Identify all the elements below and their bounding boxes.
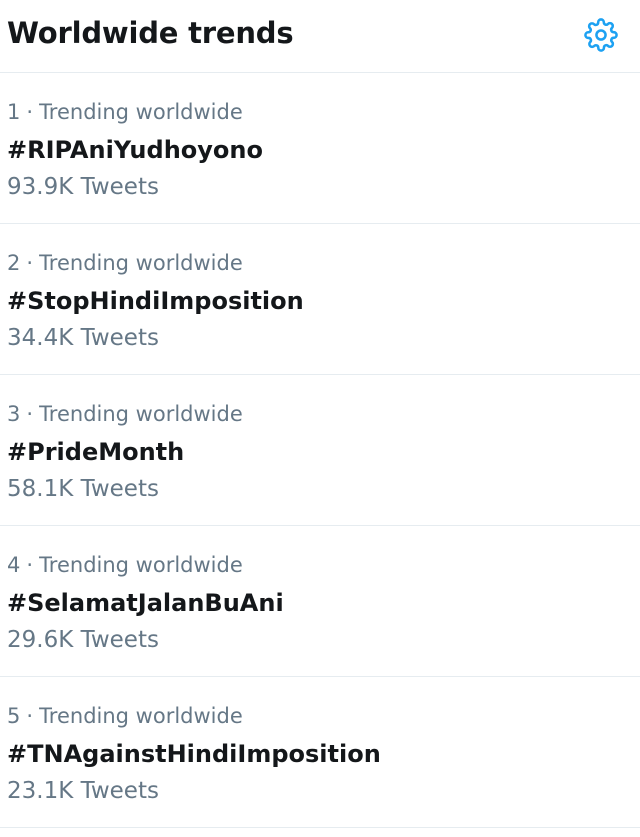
trend-hashtag[interactable]: #PrideMonth [7,438,184,466]
trend-rank: 4 [7,553,21,577]
trend-item[interactable]: 1 · Trending worldwide #RIPAniYudhoyono 93… [0,73,640,224]
trend-tweet-count: 23.1K Tweets [7,778,159,804]
trend-item[interactable]: 3 · Trending worldwide #PrideMonth 58.1K T… [0,375,640,526]
trend-hashtag[interactable]: #RIPAniYudhoyono [7,136,263,164]
trend-list: 1 · Trending worldwide #RIPAniYudhoyono 93… [0,73,640,828]
trend-context: 5 · Trending worldwide [7,704,243,728]
trend-tweet-count: 93.9K Tweets [7,174,159,200]
trend-item[interactable]: 5 · Trending worldwide #TNAgainstHindiImpo… [0,677,640,828]
settings-button[interactable] [582,16,620,54]
trend-context-label: Trending worldwide [39,251,243,275]
trend-rank: 5 [7,704,21,728]
trend-rank: 1 [7,100,21,124]
trend-rank: 2 [7,251,21,275]
trend-tweet-count: 34.4K Tweets [7,325,159,351]
trend-tweet-count: 58.1K Tweets [7,476,159,502]
trend-hashtag[interactable]: #SelamatJalanBuAni [7,589,284,617]
trends-header: Worldwide trends [0,0,640,73]
trend-hashtag[interactable]: #TNAgainstHindiImposition [7,740,381,768]
trend-context-label: Trending worldwide [39,704,243,728]
trend-item[interactable]: 2 · Trending worldwide #StopHindiImpositio… [0,224,640,375]
trend-context: 3 · Trending worldwide [7,402,243,426]
page-title: Worldwide trends [7,16,294,50]
trend-hashtag[interactable]: #StopHindiImposition [7,287,304,315]
trend-context-label: Trending worldwide [39,100,243,124]
trend-tweet-count: 29.6K Tweets [7,627,159,653]
trend-context: 4 · Trending worldwide [7,553,243,577]
trend-item[interactable]: 4 · Trending worldwide #SelamatJalanBuAni … [0,526,640,677]
trend-context: 2 · Trending worldwide [7,251,243,275]
gear-icon [584,18,618,52]
trend-context: 1 · Trending worldwide [7,100,243,124]
trend-rank: 3 [7,402,21,426]
trend-context-label: Trending worldwide [39,553,243,577]
trend-context-label: Trending worldwide [39,402,243,426]
